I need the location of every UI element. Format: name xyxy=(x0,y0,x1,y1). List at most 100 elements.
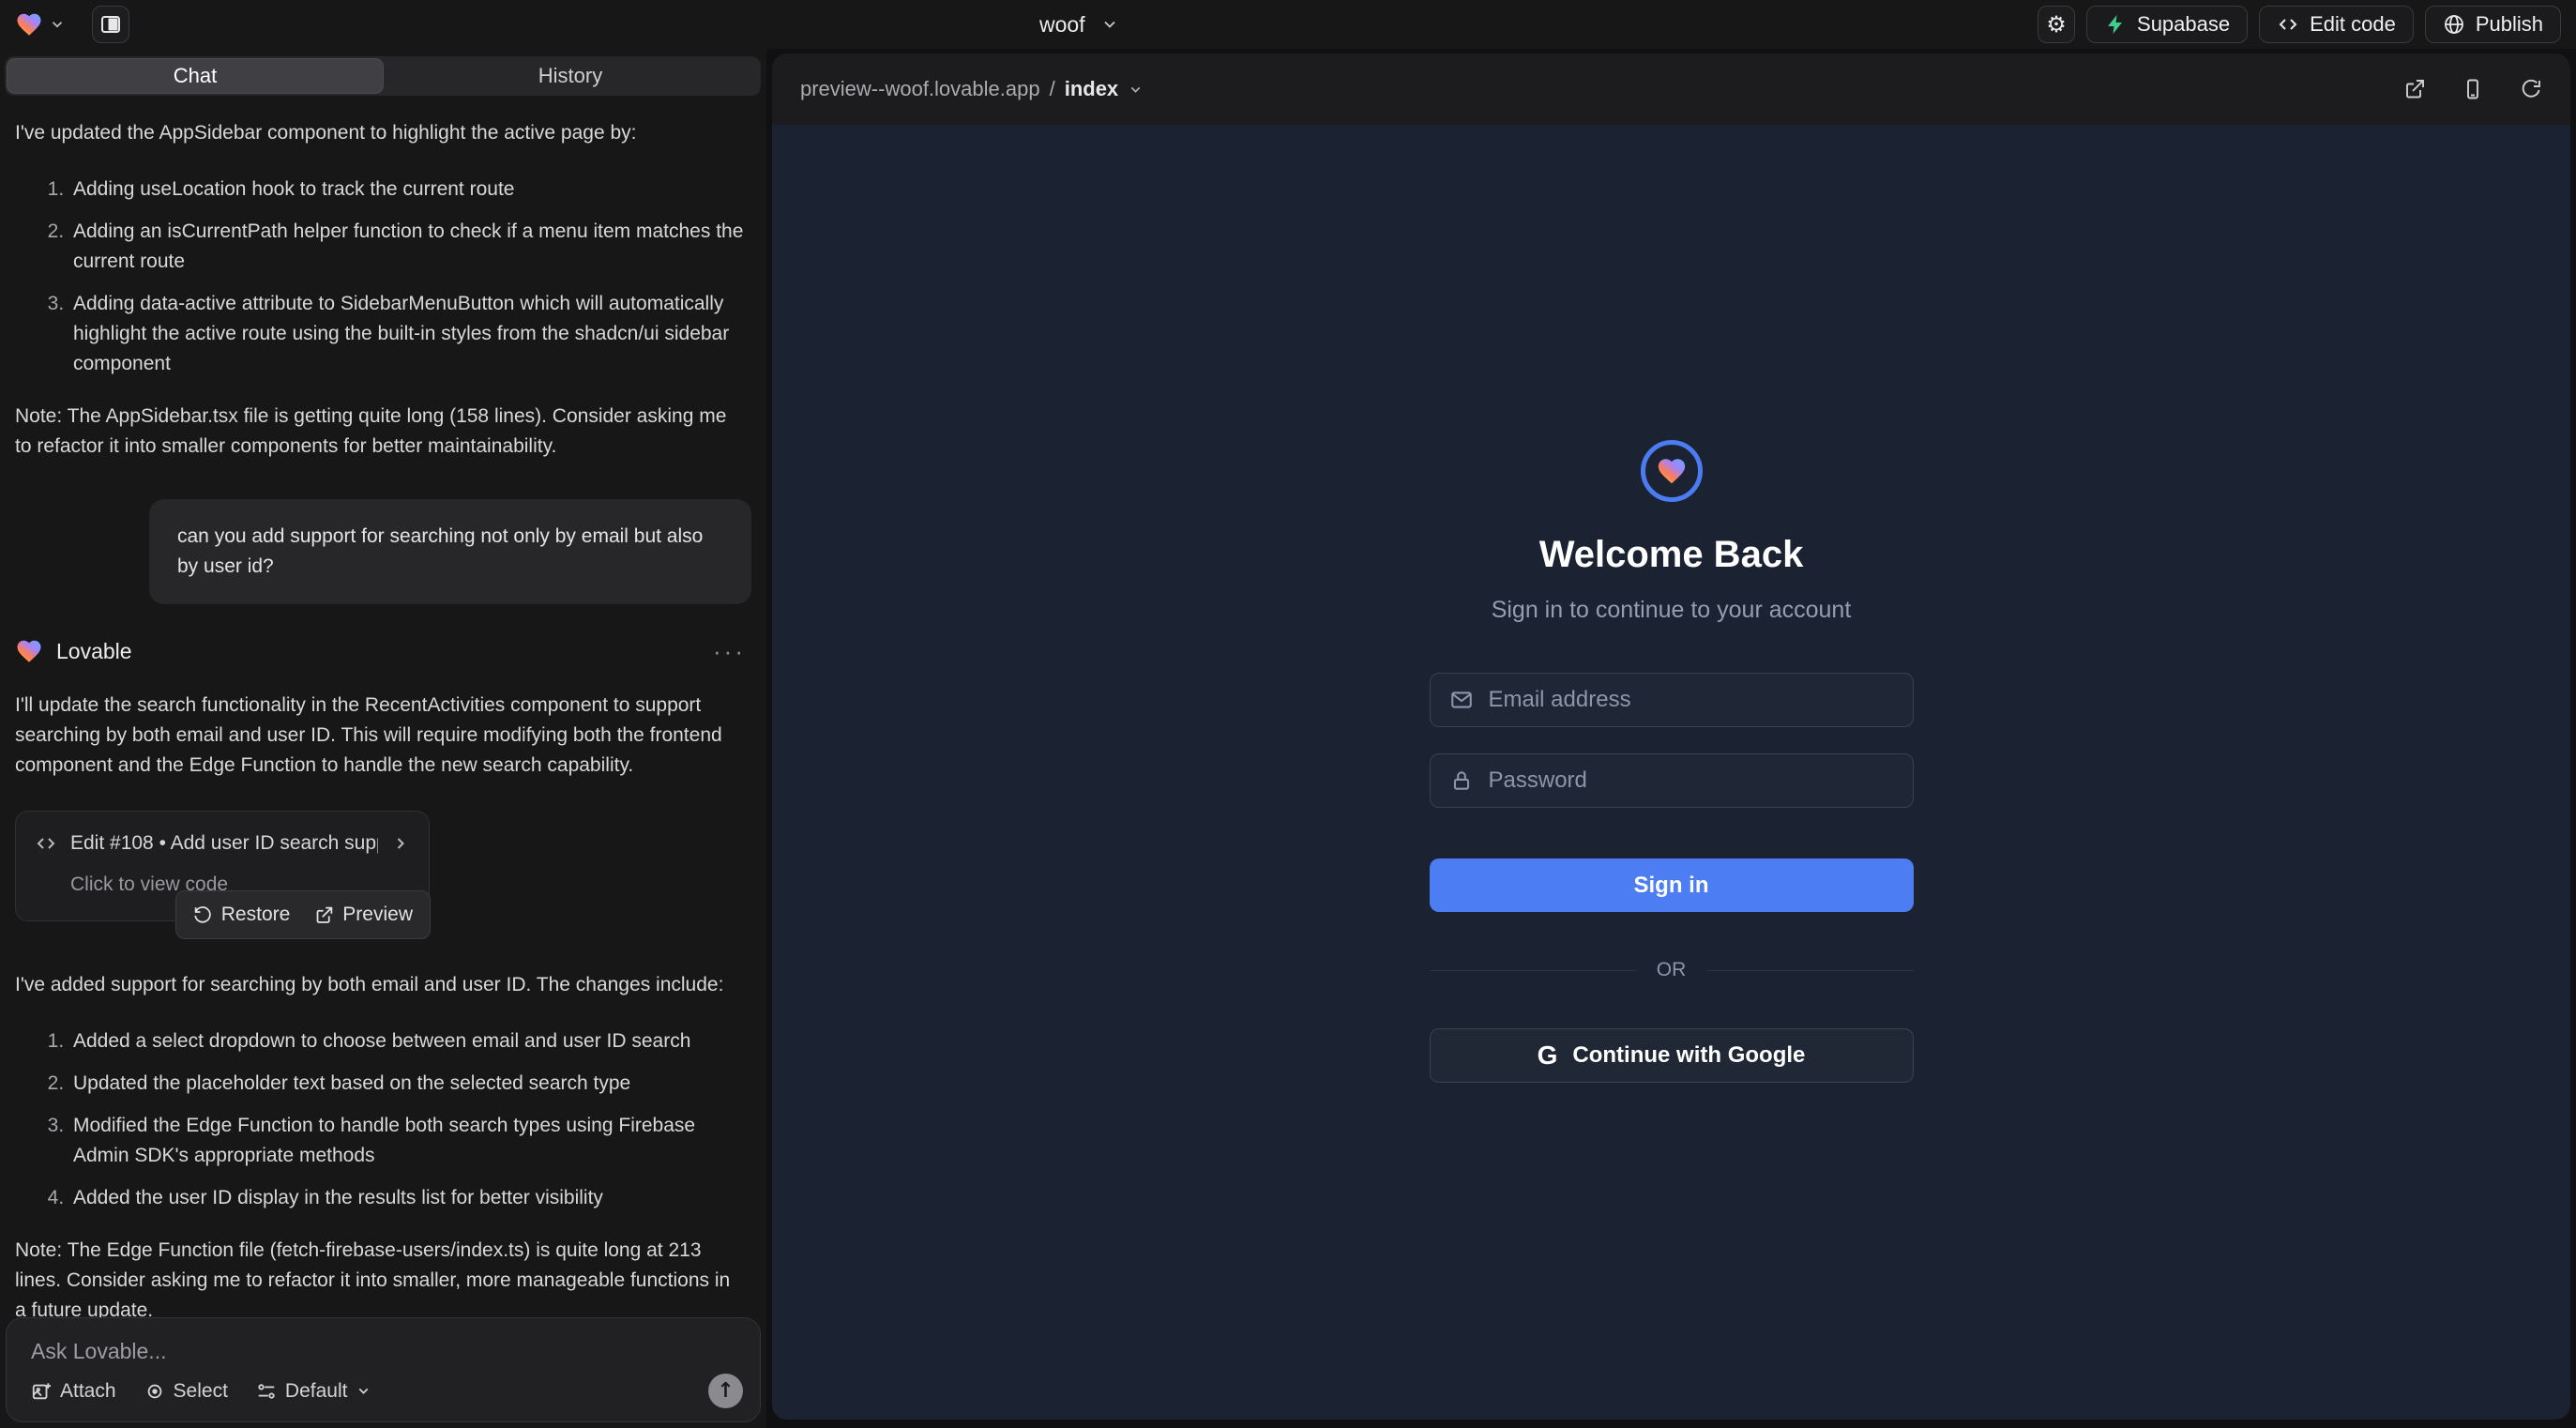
refresh-icon xyxy=(2520,78,2542,100)
supabase-bolt-icon xyxy=(2104,13,2127,36)
edit-card[interactable]: Edit #108 • Add user ID search supp... C… xyxy=(15,811,430,921)
preview-button[interactable]: Preview xyxy=(314,900,413,930)
edit-code-label: Edit code xyxy=(2310,12,2396,37)
welcome-title: Welcome Back xyxy=(1539,534,1804,576)
edit-card-title: Edit #108 • Add user ID search supp... xyxy=(70,828,378,858)
list-item: Added the user ID display in the results… xyxy=(69,1183,745,1213)
mobile-view-button[interactable] xyxy=(2462,78,2484,100)
assistant-message-note-2: Note: The Edge Function file (fetch-fire… xyxy=(15,1236,742,1326)
sign-in-button[interactable]: Sign in xyxy=(1430,858,1914,912)
divider-line xyxy=(1706,970,1913,971)
assistant-message-note: Note: The AppSidebar.tsx file is getting… xyxy=(15,402,742,462)
panel-left-icon xyxy=(99,13,122,36)
list-item: Adding an isCurrentPath helper function … xyxy=(69,217,745,277)
restore-icon xyxy=(193,905,213,925)
chevron-down-icon xyxy=(356,1383,371,1399)
mail-icon xyxy=(1449,688,1474,712)
chevron-right-icon xyxy=(391,834,410,853)
globe-icon xyxy=(2443,13,2465,36)
preview-url-separator: / xyxy=(1050,77,1055,101)
refresh-button[interactable] xyxy=(2520,78,2542,100)
app-preview-area: Welcome Back Sign in to continue to your… xyxy=(772,125,2570,1420)
supabase-button[interactable]: Supabase xyxy=(2086,6,2248,43)
assistant-message-list-2: Added a select dropdown to choose betwee… xyxy=(15,1026,751,1213)
assistant-name: Lovable xyxy=(56,636,132,666)
attach-image-icon xyxy=(31,1381,52,1402)
assistant-message-list: Adding useLocation hook to track the cur… xyxy=(15,175,751,379)
project-switcher[interactable]: woof xyxy=(1039,0,1119,49)
attach-label: Attach xyxy=(60,1380,116,1403)
arrow-up-icon: ↑ xyxy=(717,1379,734,1403)
password-placeholder: Password xyxy=(1489,767,1587,794)
chat-input[interactable]: Ask Lovable... xyxy=(31,1339,735,1364)
password-field[interactable]: Password xyxy=(1430,753,1914,808)
select-button[interactable]: Select xyxy=(144,1380,228,1403)
sidebar-toggle-button[interactable] xyxy=(92,6,129,43)
user-message-bubble: can you add support for searching not on… xyxy=(149,499,751,604)
publish-button[interactable]: Publish xyxy=(2425,6,2561,43)
preview-url-selector[interactable]: preview--woof.lovable.app / index xyxy=(800,77,1144,101)
email-placeholder: Email address xyxy=(1489,687,1631,713)
external-link-icon xyxy=(314,905,334,925)
list-item: Modified the Edge Function to handle bot… xyxy=(69,1111,745,1171)
project-chevron-down-icon xyxy=(1100,15,1119,34)
google-sign-in-button[interactable]: G Continue with Google xyxy=(1430,1028,1914,1083)
external-link-icon xyxy=(2403,78,2426,100)
divider-line xyxy=(1430,970,1636,971)
edit-code-button[interactable]: Edit code xyxy=(2259,6,2414,43)
lovable-logo-icon[interactable] xyxy=(15,10,43,38)
gear-icon: ⚙ xyxy=(2046,11,2067,38)
supabase-label: Supabase xyxy=(2137,12,2230,37)
open-in-new-tab-button[interactable] xyxy=(2403,78,2426,100)
chevron-down-icon xyxy=(1128,82,1144,98)
tab-history[interactable]: History xyxy=(383,59,758,93)
app-logo-circle xyxy=(1641,440,1703,502)
preview-label: Preview xyxy=(342,900,413,930)
divider-label: OR xyxy=(1657,959,1687,981)
sign-in-card: Welcome Back Sign in to continue to your… xyxy=(1430,440,1914,1083)
list-item: Adding data-active attribute to SidebarM… xyxy=(69,289,745,379)
mode-label: Default xyxy=(285,1380,348,1403)
restore-label: Restore xyxy=(221,900,291,930)
message-menu-button[interactable]: ··· xyxy=(713,636,751,666)
send-button[interactable]: ↑ xyxy=(708,1374,743,1408)
chat-history-tabs: Chat History xyxy=(5,56,761,96)
assistant-header: Lovable ··· xyxy=(15,636,751,666)
preview-url-page: index xyxy=(1065,77,1118,101)
chat-message-list[interactable]: I've updated the AppSidebar component to… xyxy=(0,103,766,1357)
preview-url-domain: preview--woof.lovable.app xyxy=(800,77,1040,101)
select-target-icon xyxy=(144,1381,165,1402)
lock-icon xyxy=(1449,768,1474,793)
list-item: Adding useLocation hook to track the cur… xyxy=(69,175,745,205)
project-name: woof xyxy=(1039,12,1085,38)
tab-chat[interactable]: Chat xyxy=(8,59,383,93)
preview-header: preview--woof.lovable.app / index xyxy=(772,53,2570,125)
smartphone-icon xyxy=(2462,78,2484,100)
publish-label: Publish xyxy=(2476,12,2543,37)
top-bar: woof ⚙ Supabase Edit code Publish xyxy=(0,0,2576,49)
assistant-message-summary: I've added support for searching by both… xyxy=(15,970,742,1000)
assistant-message-intro-2: I'll update the search functionality in … xyxy=(15,691,742,781)
or-divider: OR xyxy=(1430,959,1914,981)
sliders-icon xyxy=(256,1381,277,1402)
google-label: Continue with Google xyxy=(1572,1042,1805,1069)
code-icon xyxy=(2277,13,2299,36)
welcome-subtitle: Sign in to continue to your account xyxy=(1492,597,1852,624)
project-menu-chevron-icon[interactable] xyxy=(49,16,66,33)
list-item: Added a select dropdown to choose betwee… xyxy=(69,1026,745,1056)
edit-card-actions: Restore Preview xyxy=(175,890,431,939)
settings-button[interactable]: ⚙ xyxy=(2038,6,2075,43)
google-g-icon: G xyxy=(1538,1041,1558,1071)
code-icon xyxy=(35,832,57,855)
preview-panel: preview--woof.lovable.app / index xyxy=(772,53,2570,1420)
composer[interactable]: Ask Lovable... Attach Select xyxy=(6,1317,761,1422)
mode-selector[interactable]: Default xyxy=(256,1380,372,1403)
restore-button[interactable]: Restore xyxy=(193,900,291,930)
chat-panel: Chat History I've updated the AppSidebar… xyxy=(0,49,766,1428)
list-item: Updated the placeholder text based on th… xyxy=(69,1069,745,1099)
lovable-avatar-icon xyxy=(15,637,43,665)
assistant-message-intro: I've updated the AppSidebar component to… xyxy=(15,118,742,148)
email-field[interactable]: Email address xyxy=(1430,673,1914,727)
attach-button[interactable]: Attach xyxy=(31,1380,116,1403)
select-label: Select xyxy=(174,1380,228,1403)
